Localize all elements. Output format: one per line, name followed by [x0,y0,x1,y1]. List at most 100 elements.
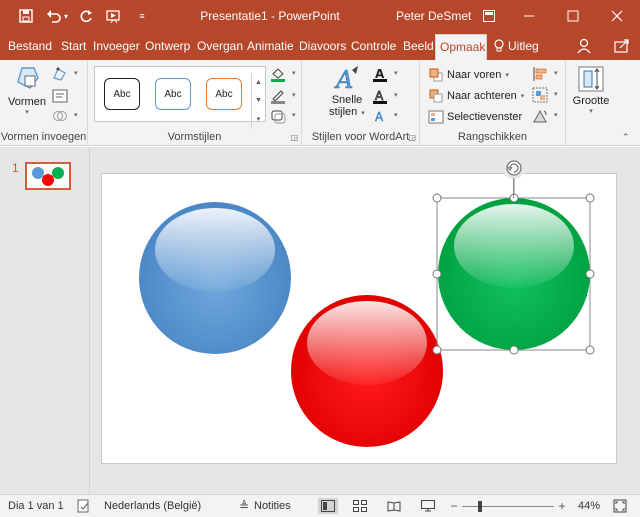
quick-styles-label-2: stijlen ▾ [329,106,365,118]
rotation-stem [513,178,514,198]
zoom-out-icon[interactable]: − [446,498,462,514]
send-backward-dropdown-icon: ▾ [520,93,525,100]
slide-sorter-icon[interactable] [352,498,368,514]
tab-start[interactable]: Start [57,32,89,60]
tab-diavoorstelling[interactable]: Diavoorst [295,32,347,60]
gallery-up-icon[interactable]: ▲ [255,79,262,86]
shape-outline-icon[interactable] [270,88,286,104]
size-button[interactable]: Grootte ▾ [570,66,612,116]
tab-animaties[interactable]: Animatie [243,32,295,60]
undo-dropdown-icon[interactable]: ▾ [60,0,72,32]
wordart-quick-styles-icon: A [332,64,362,94]
shape-fill-dropdown-icon[interactable]: ▾ [292,69,296,77]
start-slideshow-icon[interactable] [102,0,126,32]
shape-styles-gallery[interactable]: Abc Abc Abc ▲ ▼ ▾ [94,66,266,129]
svg-text:A: A [334,66,353,94]
group-objects-icon[interactable] [532,87,548,103]
bring-forward-button[interactable]: Naar voren ▾ [428,66,509,84]
zoom-level[interactable]: 44% [578,495,600,517]
shape-effects-dropdown-icon[interactable]: ▾ [292,111,296,119]
zoom-slider[interactable] [462,506,554,507]
share-icon[interactable] [614,32,630,60]
text-effects-dropdown-icon[interactable]: ▾ [394,111,398,119]
shape-styles-launcher-icon[interactable]: ◲ [290,133,298,142]
tab-opmaak[interactable]: Opmaak [435,34,487,60]
selection-pane-button[interactable]: Selectievenster [428,108,522,126]
normal-view-icon[interactable] [318,498,338,514]
zoom-slider-thumb[interactable] [478,501,482,512]
rotate-handle-icon[interactable] [503,157,525,179]
notes-icon[interactable]: ≜ [236,498,252,514]
rotate-dropdown-icon[interactable]: ▾ [554,111,558,119]
user-name[interactable]: Peter DeSmet [396,9,471,23]
blue-circle[interactable] [139,202,291,354]
fit-slide-icon[interactable] [612,498,628,514]
tab-invoegen[interactable]: Invoeger [89,32,141,60]
maximize-icon[interactable] [556,0,590,32]
group-objects-dropdown-icon[interactable]: ▾ [554,90,558,98]
wordart-styles-launcher-icon[interactable]: ◲ [408,133,416,142]
shape-fill-icon[interactable] [270,66,286,82]
merge-shapes-dropdown-icon[interactable]: ▾ [74,111,78,119]
slide-shapes [139,159,595,447]
edit-shape-icon[interactable] [52,66,68,82]
edit-shape-dropdown-icon[interactable]: ▾ [74,69,78,77]
svg-text:A: A [375,89,384,103]
tab-beeld[interactable]: Beeld [399,32,435,60]
style-swatch-blue[interactable]: Abc [155,78,191,110]
minimize-icon[interactable] [512,0,546,32]
ribbon-display-options-icon[interactable] [472,0,506,32]
gallery-scroll[interactable]: ▲ ▼ ▾ [251,73,265,129]
slide-canvas[interactable] [101,159,617,464]
align-dropdown-icon[interactable]: ▾ [554,69,558,77]
style-sample-text: Abc [215,88,233,100]
language-status[interactable]: Nederlands (België) [104,495,201,517]
text-box-icon[interactable] [52,88,68,104]
tell-me-button[interactable]: Uitleg [494,32,539,60]
shapes-icon [12,64,42,94]
account-icon[interactable] [576,32,592,60]
tab-ontwerp[interactable]: Ontwerp [141,32,193,60]
slideshow-view-icon[interactable] [420,498,436,514]
text-outline-icon[interactable]: A [372,88,388,104]
align-icon[interactable] [532,66,548,82]
text-fill-icon[interactable]: A [372,66,388,82]
zoom-in-icon[interactable]: + [554,498,570,514]
shapes-button[interactable]: Vormen ▾ [6,64,48,116]
bring-forward-dropdown-icon: ▾ [505,72,509,79]
tab-bestand[interactable]: Bestand [4,32,56,60]
style-swatch-black[interactable]: Abc [104,78,140,110]
text-outline-dropdown-icon[interactable]: ▾ [394,91,398,99]
group-shape-styles: Abc Abc Abc ▲ ▼ ▾ ▾ ▾ ▾ Vormstijlen ◲ [88,60,302,146]
tab-overgangen[interactable]: Overgan [193,32,243,60]
group-insert-shapes: Vormen ▾ ▾ ▾ Vormen invoegen [0,60,88,146]
red-circle[interactable] [291,295,443,447]
send-backward-button[interactable]: Naar achteren ▾ [428,87,524,105]
text-effects-icon[interactable]: A [372,108,388,124]
gallery-more-icon[interactable]: ▾ [257,115,261,123]
selection-pane-icon [428,109,444,125]
size-label: Grootte [572,95,610,107]
tab-controle[interactable]: Controle [347,32,399,60]
slide-thumbnail[interactable] [25,162,71,190]
green-circle[interactable] [438,198,590,350]
spelling-check-icon[interactable] [76,498,92,514]
text-fill-dropdown-icon[interactable]: ▾ [394,69,398,77]
style-swatch-orange[interactable]: Abc [206,78,242,110]
gallery-down-icon[interactable]: ▼ [255,97,262,104]
redo-icon[interactable] [74,0,98,32]
collapse-ribbon-icon[interactable]: ⌃ [622,132,630,143]
slide-info: Dia 1 van 1 [8,500,64,512]
save-icon[interactable] [14,0,38,32]
shape-effects-icon[interactable] [270,108,286,124]
customize-toolbar-icon[interactable]: ≡ [130,0,154,32]
quick-styles-button[interactable]: A Snelle stijlen ▾ [326,64,368,126]
reading-view-icon[interactable] [386,498,402,514]
notes-button[interactable]: Notities [254,495,291,517]
shape-outline-dropdown-icon[interactable]: ▾ [292,91,296,99]
merge-shapes-icon[interactable] [52,108,68,124]
group-arrange: Naar voren ▾ Naar achteren ▾ Selectieven… [420,60,566,146]
style-sample-text: Abc [164,88,182,100]
close-icon[interactable] [600,0,634,32]
rotate-icon[interactable] [532,108,548,124]
